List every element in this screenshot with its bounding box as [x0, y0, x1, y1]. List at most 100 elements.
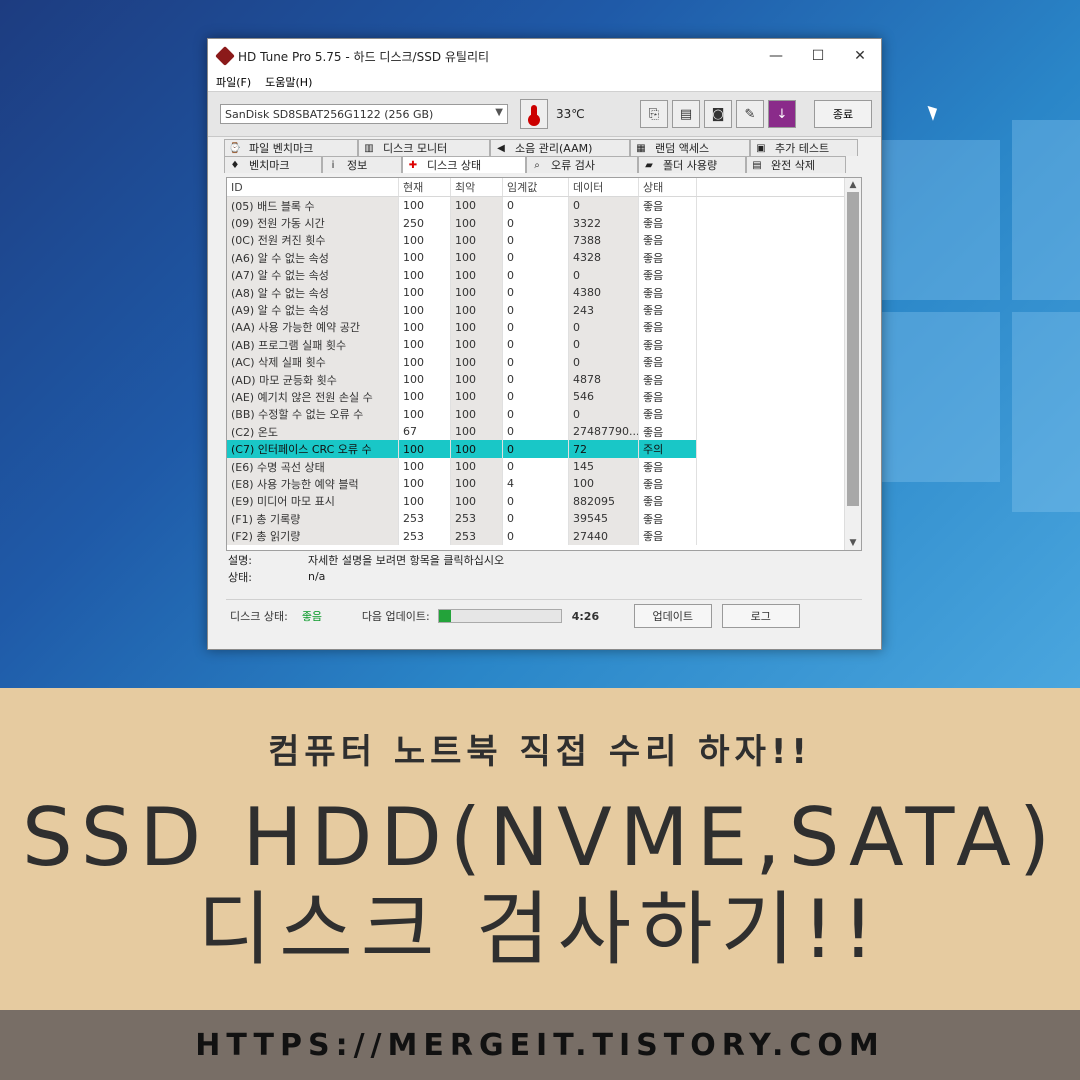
exit-button[interactable]: 종료: [814, 100, 872, 128]
cell-worst: 100: [451, 283, 503, 302]
table-row[interactable]: (F2) 총 읽기량 253 253 0 27440 좋음: [227, 527, 861, 545]
table-row[interactable]: (09) 전원 가동 시간 250 100 0 3322 좋음: [227, 214, 861, 232]
save-button[interactable]: ↓: [768, 100, 796, 128]
minimize-button[interactable]: —: [755, 39, 797, 73]
cell-status: 좋음: [639, 231, 697, 250]
cell-worst: 100: [451, 318, 503, 337]
cell-threshold: 0: [503, 266, 569, 284]
screenshot-button[interactable]: ◙: [704, 100, 732, 128]
scroll-up-icon[interactable]: ▲: [845, 178, 861, 192]
tab-disk-monitor[interactable]: ▥ 디스크 모니터: [358, 139, 490, 156]
title-bar[interactable]: HD Tune Pro 5.75 - 하드 디스크/SSD 유틸리티 — ☐ ✕: [208, 39, 881, 73]
scroll-thumb[interactable]: [847, 192, 859, 506]
cell-current: 253: [399, 527, 451, 545]
maximize-button[interactable]: ☐: [797, 39, 839, 73]
table-header: ID 현재 최악 임계값 데이터 상태: [227, 178, 861, 197]
tab-extra-tests[interactable]: ▣ 추가 테스트: [750, 139, 858, 156]
cell-worst: 100: [451, 423, 503, 441]
header-id[interactable]: ID: [227, 178, 399, 196]
cell-status: 주의: [639, 440, 697, 458]
cell-data: 100: [569, 475, 639, 493]
error-scan-icon: ⌕: [534, 159, 540, 171]
copy-all-button[interactable]: ▤: [672, 100, 700, 128]
cell-worst: 100: [451, 370, 503, 389]
cell-data: 4380: [569, 283, 639, 302]
cell-data: 145: [569, 457, 639, 476]
table-row[interactable]: (E6) 수명 곡선 상태 100 100 0 145 좋음: [227, 457, 861, 476]
table-row[interactable]: (AC) 삭제 실패 횟수 100 100 0 0 좋음: [227, 353, 861, 371]
tab-info[interactable]: i 정보: [322, 156, 402, 173]
cell-threshold: 0: [503, 283, 569, 302]
cell-id: (A9) 알 수 없는 속성: [227, 301, 399, 319]
benchmark-icon: ♦: [230, 159, 240, 171]
header-worst[interactable]: 최악: [451, 178, 503, 196]
tab-benchmark[interactable]: ♦ 벤치마크: [224, 156, 322, 173]
status-bar: 디스크 상태: 좋음 다음 업데이트: 4:26 업데이트 로그: [226, 599, 862, 632]
drive-select[interactable]: SanDisk SD8SBAT256G1122 (256 GB) ▼: [220, 104, 508, 124]
cell-current: 100: [399, 301, 451, 319]
cell-threshold: 0: [503, 249, 569, 267]
menu-help[interactable]: 도움말(H): [265, 74, 312, 90]
cell-id: (AD) 마모 균등화 횟수: [227, 370, 399, 389]
header-current[interactable]: 현재: [399, 178, 451, 196]
table-row[interactable]: (F1) 총 기록량 253 253 0 39545 좋음: [227, 510, 861, 528]
tab-error-scan[interactable]: ⌕ 오류 검사: [526, 156, 638, 173]
menu-file[interactable]: 파일(F): [216, 74, 251, 90]
tab-folder-usage[interactable]: ▰ 폴더 사용량: [638, 156, 746, 173]
tab-health[interactable]: ✚ 디스크 상태: [402, 156, 526, 173]
table-row[interactable]: (AD) 마모 균등화 횟수 100 100 0 4878 좋음: [227, 370, 861, 389]
tab-random-access[interactable]: ▦ 랜덤 액세스: [630, 139, 750, 156]
table-row[interactable]: (E9) 미디어 마모 표시 100 100 0 882095 좋음: [227, 492, 861, 511]
table-row[interactable]: (A6) 알 수 없는 속성 100 100 0 4328 좋음: [227, 249, 861, 267]
thermometer-icon: [528, 105, 540, 126]
cell-status: 좋음: [639, 510, 697, 528]
scroll-down-icon[interactable]: ▼: [845, 536, 861, 550]
cell-status: 좋음: [639, 353, 697, 371]
table-row[interactable]: (AB) 프로그램 실패 횟수 100 100 0 0 좋음: [227, 336, 861, 354]
header-data[interactable]: 데이터: [569, 178, 639, 196]
tab-aam[interactable]: ◀ 소음 관리(AAM): [490, 139, 630, 156]
tab-erase[interactable]: ▤ 완전 삭제: [746, 156, 846, 173]
temperature-readout: 33℃: [556, 107, 585, 121]
options-button[interactable]: ✎: [736, 100, 764, 128]
temperature-button[interactable]: [520, 99, 548, 129]
table-row[interactable]: (AA) 사용 가능한 예약 공간 100 100 0 0 좋음: [227, 318, 861, 337]
extra-test-icon: ▣: [756, 142, 766, 154]
update-button[interactable]: 업데이트: [633, 604, 712, 628]
table-row[interactable]: (0C) 전원 켜진 횟수 100 100 0 7388 좋음: [227, 231, 861, 250]
header-status[interactable]: 상태: [639, 178, 697, 196]
table-row[interactable]: (C2) 온도 67 100 0 27487790... 좋음: [227, 423, 861, 441]
info-icon: i: [331, 159, 335, 171]
header-threshold[interactable]: 임계값: [503, 178, 569, 196]
menu-bar: 파일(F) 도움말(H): [208, 73, 881, 91]
close-button[interactable]: ✕: [839, 39, 881, 73]
cell-threshold: 0: [503, 370, 569, 389]
table-row[interactable]: (A7) 알 수 없는 속성 100 100 0 0 좋음: [227, 266, 861, 284]
status-label: 상태:: [228, 570, 252, 584]
vertical-scrollbar[interactable]: ▲ ▼: [844, 178, 861, 550]
cell-current: 67: [399, 423, 451, 441]
table-row[interactable]: (AE) 예기치 않은 전원 손실 수 100 100 0 546 좋음: [227, 388, 861, 406]
table-row[interactable]: (C7) 인터페이스 CRC 오류 수 100 100 0 72 주의: [227, 440, 861, 458]
banner-heading-line1: SSD HDD(NVME,SATA): [21, 791, 1059, 884]
cell-id: (A7) 알 수 없는 속성: [227, 266, 399, 284]
table-row[interactable]: (BB) 수정할 수 없는 오류 수 100 100 0 0 좋음: [227, 405, 861, 424]
copy-text-button[interactable]: ⎘: [640, 100, 668, 128]
cell-worst: 100: [451, 301, 503, 319]
update-progress-bar: [437, 609, 562, 623]
cell-threshold: 0: [503, 405, 569, 424]
tab-file-benchmark[interactable]: ⌚ 파일 벤치마크: [224, 139, 358, 156]
cell-data: 27440: [569, 527, 639, 545]
cell-current: 100: [399, 388, 451, 406]
cell-id: (A6) 알 수 없는 속성: [227, 249, 399, 267]
table-row[interactable]: (A9) 알 수 없는 속성 100 100 0 243 좋음: [227, 301, 861, 319]
download-arrow-icon: ↓: [776, 106, 788, 122]
table-row[interactable]: (E8) 사용 가능한 예약 블럭 100 100 4 100 좋음: [227, 475, 861, 493]
cell-data: 243: [569, 301, 639, 319]
table-row[interactable]: (05) 배드 블록 수 100 100 0 0 좋음: [227, 197, 861, 215]
table-row[interactable]: (A8) 알 수 없는 속성 100 100 0 4380 좋음: [227, 283, 861, 302]
footer-url[interactable]: HTTPS://MERGEIT.TISTORY.COM: [0, 1010, 1080, 1080]
cell-threshold: 0: [503, 527, 569, 545]
cell-worst: 100: [451, 475, 503, 493]
log-button[interactable]: 로그: [721, 604, 800, 628]
